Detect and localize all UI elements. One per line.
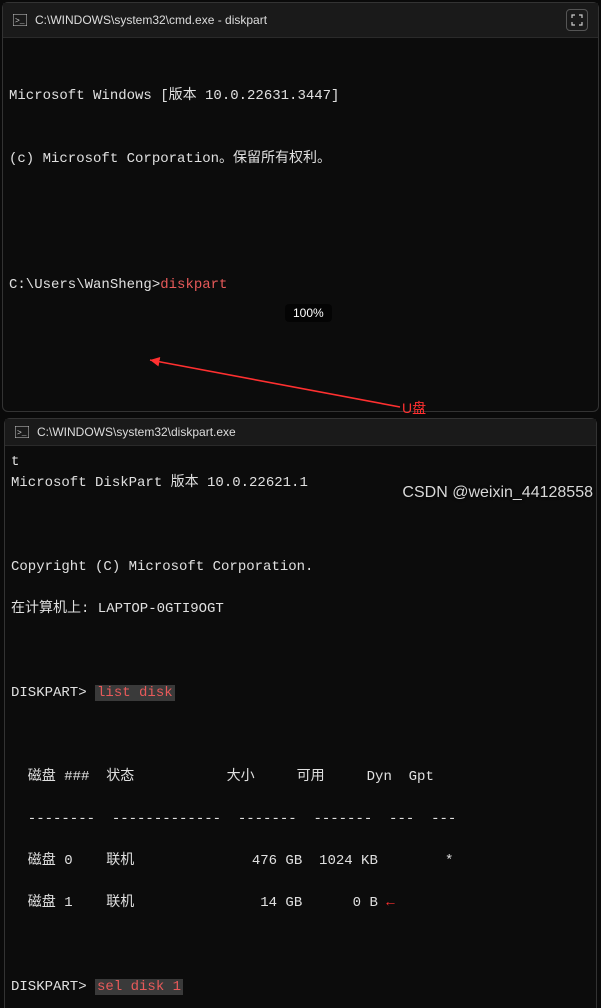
cmd-copyright-line: (c) Microsoft Corporation。保留所有权利。: [9, 149, 592, 170]
arrow-left-icon: ←: [378, 895, 395, 911]
cmd-window: >_ C:\WINDOWS\system32\cmd.exe - diskpar…: [2, 2, 599, 412]
cmd-version-line: Microsoft Windows [版本 10.0.22631.3447]: [9, 86, 592, 107]
cmd-output[interactable]: Microsoft Windows [版本 10.0.22631.3447] (…: [3, 38, 598, 411]
diskpart-prompt-1: DISKPART> list disk: [11, 683, 590, 704]
cmd-titlebar[interactable]: >_ C:\WINDOWS\system32\cmd.exe - diskpar…: [3, 3, 598, 38]
blank-line: [11, 935, 590, 956]
disk-table-header: 磁盘 ### 状态 大小 可用 Dyn Gpt: [11, 767, 590, 788]
disk-row-0: 磁盘 0 联机 476 GB 1024 KB *: [11, 851, 590, 872]
watermark: CSDN @weixin_44128558: [402, 484, 593, 502]
diskpart-copyright-line: Copyright (C) Microsoft Corporation.: [11, 557, 590, 578]
diskpart-prompt-2: DISKPART> sel disk 1: [11, 977, 590, 998]
blank-line: [9, 212, 592, 233]
cmd-prompt-line: C:\Users\WanSheng>diskpart: [9, 275, 592, 296]
cmd-title: C:\WINDOWS\system32\cmd.exe - diskpart: [35, 13, 558, 27]
blank-line: [11, 725, 590, 746]
diskpart-title: C:\WINDOWS\system32\diskpart.exe: [37, 425, 586, 439]
fullscreen-button[interactable]: [566, 9, 588, 31]
cmd-diskpart-command: diskpart: [160, 277, 227, 293]
diskpart-output[interactable]: t Microsoft DiskPart 版本 10.0.22621.1 Cop…: [5, 446, 596, 1008]
blank-line: [11, 641, 590, 662]
zoom-badge: 100%: [285, 304, 332, 322]
partial-char: t: [11, 454, 19, 470]
diskpart-icon: >_: [15, 426, 29, 438]
diskpart-window: >_ C:\WINDOWS\system32\diskpart.exe t Mi…: [4, 418, 597, 1008]
blank-line: [9, 338, 592, 359]
svg-text:>_: >_: [15, 17, 25, 26]
diskpart-titlebar[interactable]: >_ C:\WINDOWS\system32\diskpart.exe: [5, 419, 596, 446]
disk-table-divider: -------- ------------- ------- ------- -…: [11, 809, 590, 830]
cmd-icon: >_: [13, 14, 27, 26]
svg-text:>_: >_: [17, 429, 27, 438]
disk-row-1: 磁盘 1 联机 14 GB 0 B ←: [11, 893, 590, 914]
blank-line: [11, 515, 590, 536]
diskpart-computer-line: 在计算机上: LAPTOP-0GTI9OGT: [11, 599, 590, 620]
cmd-prompt-path: C:\Users\WanSheng>: [9, 277, 160, 293]
sel-disk-command: sel disk 1: [95, 979, 183, 995]
annotation-label: U盘: [402, 398, 426, 418]
list-disk-command: list disk: [95, 685, 175, 701]
